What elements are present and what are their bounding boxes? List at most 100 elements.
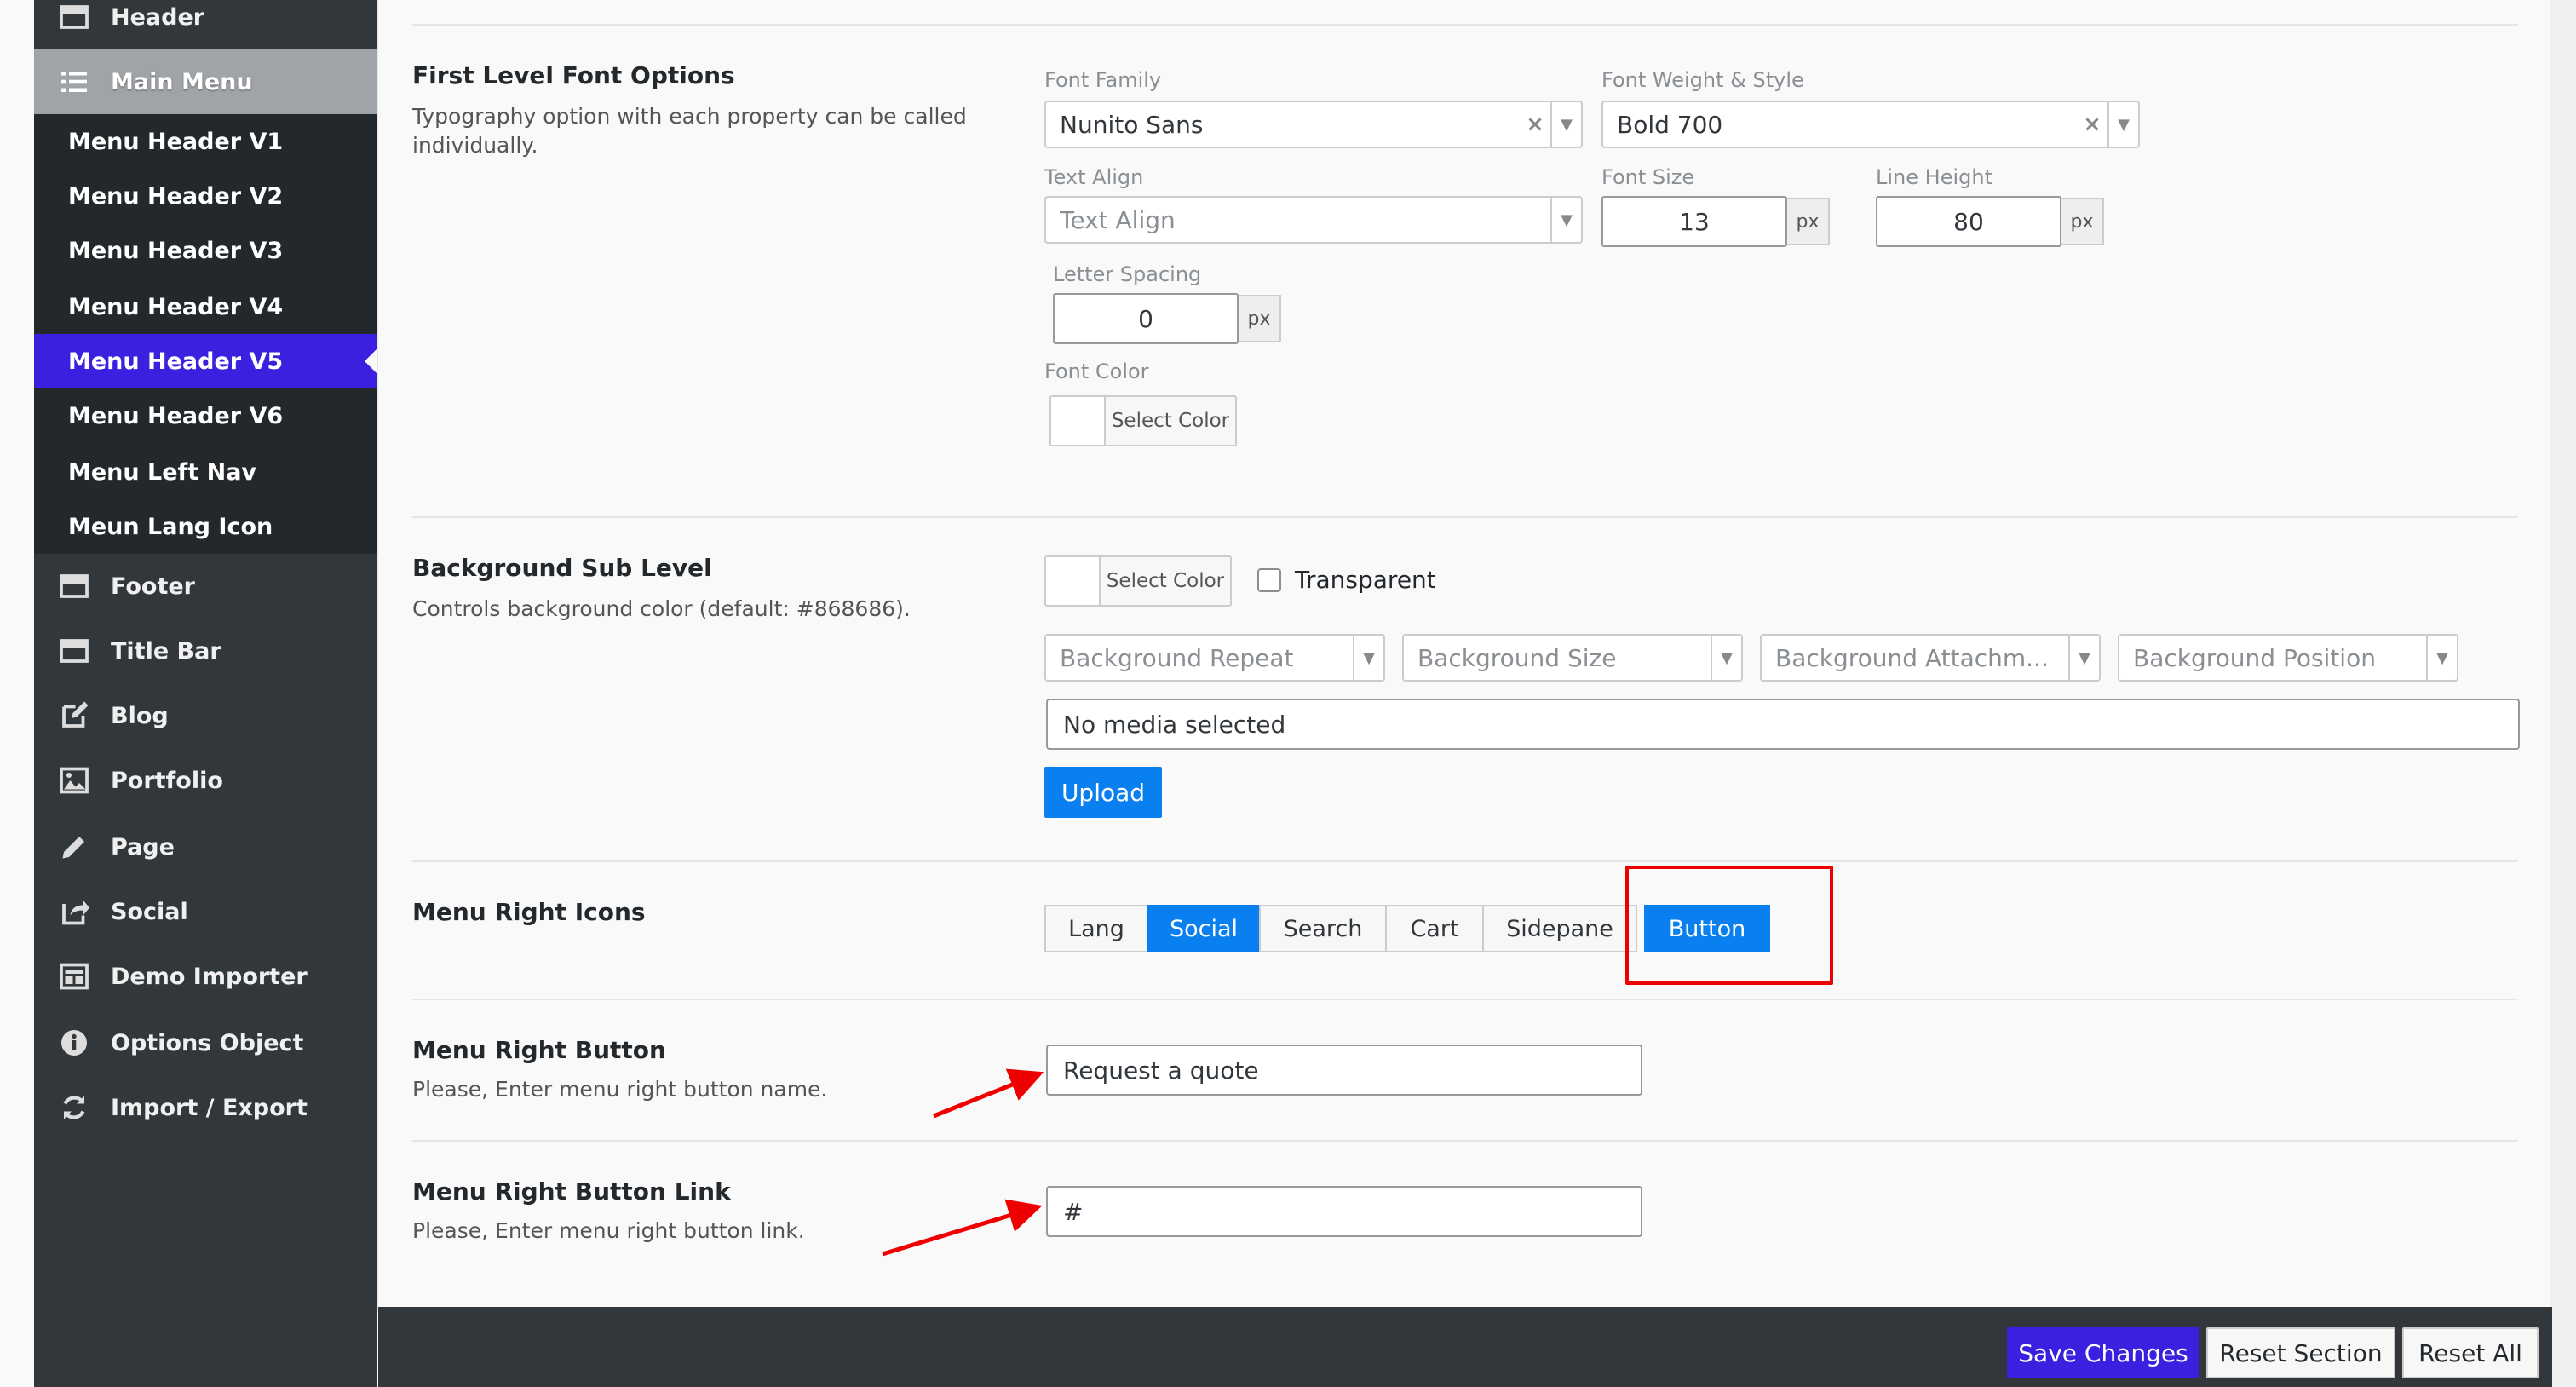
sidebar-item-label: Import / Export: [111, 1094, 308, 1121]
background-repeat-select[interactable]: Background Repeat ▼: [1044, 634, 1385, 682]
edit-icon: [56, 698, 92, 734]
upload-button[interactable]: Upload: [1044, 767, 1162, 818]
sidebar-item-title-bar[interactable]: Title Bar: [34, 619, 377, 683]
line-height-label: Line Height: [1876, 165, 1992, 189]
section-description: Please, Enter menu right button link.: [412, 1218, 805, 1243]
sidebar-item-portfolio[interactable]: Portfolio: [34, 748, 377, 813]
chevron-down-icon[interactable]: ▼: [1550, 102, 1581, 147]
submenu-item-lang-icon[interactable]: Meun Lang Icon: [34, 499, 377, 554]
chevron-down-icon[interactable]: ▼: [2426, 636, 2457, 680]
sidebar-item-page[interactable]: Page: [34, 814, 377, 879]
sidebar-divider: [377, 0, 378, 1312]
toggle-cart[interactable]: Cart: [1385, 905, 1484, 952]
footer-icon: [56, 568, 92, 604]
list-icon: [56, 64, 92, 100]
font-size-input[interactable]: 13: [1601, 196, 1787, 247]
submenu-item-menu-header-v4[interactable]: Menu Header V4: [34, 279, 377, 334]
submenu-item-menu-left-nav[interactable]: Menu Left Nav: [34, 445, 377, 499]
submenu-item-menu-header-v3[interactable]: Menu Header V3: [34, 223, 377, 278]
right-button-name-input[interactable]: Request a quote: [1046, 1045, 1642, 1096]
background-repeat-placeholder: Background Repeat: [1060, 643, 1294, 672]
chevron-down-icon[interactable]: ▼: [1353, 636, 1383, 680]
transparent-option[interactable]: Transparent: [1257, 566, 1436, 594]
image-icon: [56, 763, 92, 798]
divider: [412, 1140, 2518, 1142]
transparent-label: Transparent: [1295, 566, 1436, 594]
letter-spacing-input[interactable]: 0: [1053, 293, 1239, 344]
background-attachment-placeholder: Background Attachm...: [1775, 643, 2049, 672]
font-color-label: Font Color: [1044, 360, 1149, 383]
font-family-label: Font Family: [1044, 68, 1162, 92]
sidebar-item-import-export[interactable]: Import / Export: [34, 1075, 377, 1140]
sidebar-item-label: Demo Importer: [111, 963, 308, 990]
toggle-lang[interactable]: Lang: [1044, 905, 1148, 952]
background-color-picker[interactable]: Select Color: [1044, 555, 1232, 607]
reset-section-button[interactable]: Reset Section: [2206, 1327, 2395, 1378]
text-align-placeholder: Text Align: [1060, 205, 1176, 234]
sidebar-item-label: Page: [111, 833, 175, 860]
right-button-link-input[interactable]: #: [1046, 1186, 1642, 1237]
unit-label: px: [1239, 295, 1281, 342]
pencil-icon: [56, 829, 92, 865]
line-height-input[interactable]: 80: [1876, 196, 2061, 247]
background-size-placeholder: Background Size: [1417, 643, 1617, 672]
reset-all-button[interactable]: Reset All: [2402, 1327, 2539, 1378]
section-title-right-button: Menu Right Button: [412, 1036, 666, 1064]
chevron-down-icon[interactable]: ▼: [1711, 636, 1741, 680]
font-weight-value: Bold 700: [1617, 110, 1723, 139]
submenu-item-menu-header-v5[interactable]: Menu Header V5: [34, 334, 377, 388]
header-icon: [56, 0, 92, 35]
section-title-background: Background Sub Level: [412, 554, 712, 582]
text-align-select[interactable]: Text Align ▼: [1044, 196, 1583, 244]
page-edge: [2550, 0, 2576, 1387]
info-icon: [56, 1025, 92, 1061]
sidebar-item-label: Main Menu: [111, 68, 253, 95]
clear-icon[interactable]: ×: [2077, 112, 2107, 137]
sidebar-item-social[interactable]: Social: [34, 879, 377, 944]
background-position-placeholder: Background Position: [2133, 643, 2376, 672]
sidebar-item-blog[interactable]: Blog: [34, 683, 377, 748]
sidebar-item-main-menu[interactable]: Main Menu: [34, 49, 377, 114]
sidebar-item-label: Social: [111, 898, 188, 925]
annotation-highlight-box: [1625, 866, 1833, 985]
submenu-item-menu-header-v1[interactable]: Menu Header V1: [34, 114, 377, 169]
chevron-down-icon[interactable]: ▼: [2068, 636, 2099, 680]
font-size-label: Font Size: [1601, 165, 1695, 189]
toggle-search[interactable]: Search: [1259, 905, 1387, 952]
sidebar-item-label: Header: [111, 3, 205, 31]
color-swatch: [1046, 557, 1101, 605]
unit-label: px: [1787, 198, 1830, 245]
sidebar-item-header[interactable]: Header: [34, 0, 377, 49]
sidebar: Header Main Menu Menu Header V1 Menu Hea…: [34, 0, 377, 1387]
font-family-select[interactable]: Nunito Sans × ▼: [1044, 101, 1583, 148]
font-family-value: Nunito Sans: [1060, 110, 1204, 139]
chevron-down-icon[interactable]: ▼: [1550, 198, 1581, 242]
background-position-select[interactable]: Background Position ▼: [2118, 634, 2458, 682]
sidebar-item-demo-importer[interactable]: Demo Importer: [34, 944, 377, 1009]
sidebar-item-label: Footer: [111, 573, 195, 600]
background-attachment-select[interactable]: Background Attachm... ▼: [1760, 634, 2101, 682]
toggle-social[interactable]: Social: [1147, 905, 1261, 952]
transparent-checkbox[interactable]: [1257, 567, 1281, 592]
background-size-select[interactable]: Background Size ▼: [1402, 634, 1743, 682]
section-description: Controls background color (default: #868…: [412, 596, 911, 621]
font-weight-select[interactable]: Bold 700 × ▼: [1601, 101, 2140, 148]
font-size-field: 13 px: [1601, 196, 1830, 247]
submenu: Menu Header V1 Menu Header V2 Menu Heade…: [34, 114, 377, 554]
sidebar-item-label: Blog: [111, 702, 169, 729]
sidebar-item-footer[interactable]: Footer: [34, 554, 377, 619]
submenu-item-menu-header-v6[interactable]: Menu Header V6: [34, 388, 377, 443]
title-bar-icon: [56, 633, 92, 669]
select-color-label: Select Color: [1111, 410, 1230, 432]
font-color-picker[interactable]: Select Color: [1049, 395, 1237, 446]
chevron-down-icon[interactable]: ▼: [2107, 102, 2138, 147]
clear-icon[interactable]: ×: [1520, 112, 1550, 137]
save-changes-button[interactable]: Save Changes: [2007, 1327, 2199, 1378]
sidebar-item-options-object[interactable]: Options Object: [34, 1010, 377, 1075]
share-icon: [56, 894, 92, 929]
submenu-item-menu-header-v2[interactable]: Menu Header V2: [34, 169, 377, 223]
divider: [412, 999, 2518, 1000]
media-url-field[interactable]: No media selected: [1046, 699, 2520, 750]
toggle-sidepane[interactable]: Sidepane: [1482, 905, 1637, 952]
divider: [412, 860, 2518, 862]
